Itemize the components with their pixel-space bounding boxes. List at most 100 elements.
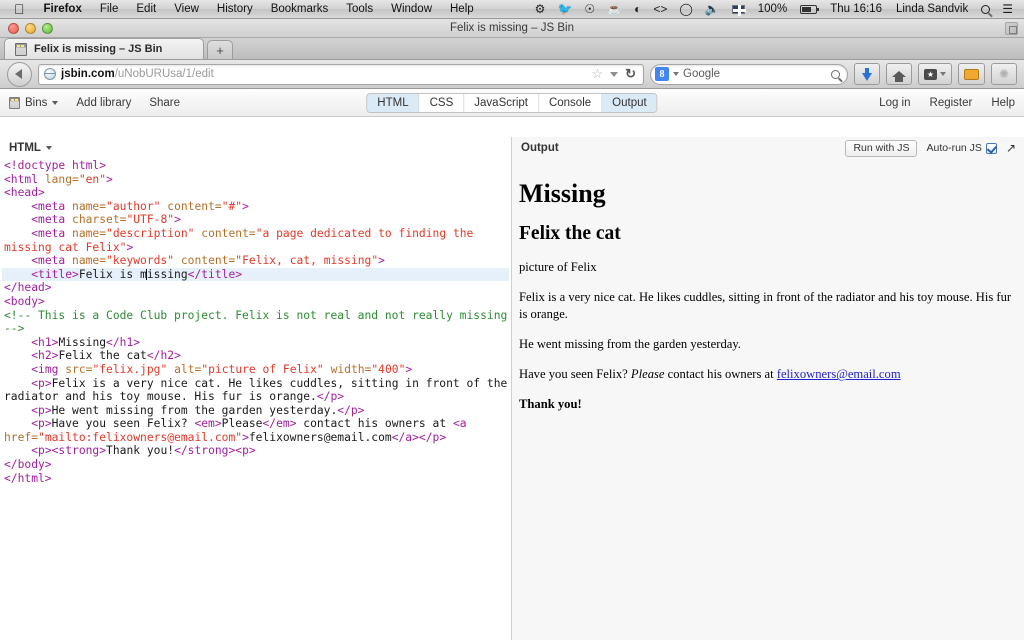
code-line[interactable]: <title>Felix is missing</title>	[2, 267, 509, 282]
code-line[interactable]: <p><strong>Thank you!</strong><p>	[2, 444, 509, 458]
search-icon[interactable]	[975, 4, 996, 14]
star-icon[interactable]: ☆	[591, 66, 603, 82]
back-button[interactable]	[7, 61, 32, 87]
code-token-txt: Thank you!	[106, 444, 175, 458]
code-line[interactable]: </body>	[2, 458, 509, 472]
wifi-icon[interactable]: ◐	[628, 0, 647, 19]
search-icon[interactable]	[831, 69, 840, 79]
bins-menu[interactable]: Bins	[9, 96, 59, 109]
code-line[interactable]: <body>	[2, 295, 509, 309]
tab-css[interactable]: CSS	[419, 93, 465, 112]
email-link[interactable]: felixowners@email.com	[777, 367, 901, 381]
code-token-val: "en"	[78, 172, 107, 186]
home-button[interactable]	[886, 63, 912, 85]
code-line[interactable]: <head>	[2, 186, 509, 200]
apple-logo-icon[interactable]: 	[6, 1, 35, 18]
code-line[interactable]: <meta name="keywords" content="Felix, ca…	[2, 254, 509, 268]
code-token-tag: >	[242, 199, 249, 213]
register-link[interactable]: Register	[930, 97, 973, 109]
bell-icon[interactable]: ☉	[578, 0, 601, 19]
battery-icon[interactable]	[794, 4, 823, 14]
code-token-attr: content=	[167, 199, 222, 213]
code-line[interactable]: <meta charset="UTF-8">	[2, 213, 509, 227]
code-token-tag: <strong>	[51, 444, 107, 458]
dropbox-icon[interactable]: ⚙	[529, 0, 552, 19]
chat-icon[interactable]: ◯	[673, 0, 698, 19]
output-paragraph-4: Thank you!	[519, 396, 1012, 413]
chevron-down-icon[interactable]	[610, 71, 619, 77]
code-token-val: "Felix, cat, missing"	[235, 254, 379, 268]
chevron-down-icon	[52, 100, 59, 105]
url-bar[interactable]: jsbin.com/uNobURUsa/1/edit ☆ ↻	[38, 63, 644, 85]
sync-button[interactable]: ✺	[991, 63, 1017, 85]
code-token-attr: src=	[65, 362, 93, 376]
uk-flag-icon[interactable]	[726, 4, 751, 16]
code-token-tag: <!doctype html>	[4, 159, 107, 172]
code-token-attr: name=	[72, 254, 107, 268]
code-line[interactable]: <p>He went missing from the garden yeste…	[2, 404, 509, 418]
menu-item-history[interactable]: History	[208, 0, 262, 19]
clock-label[interactable]: Thu 16:16	[823, 0, 889, 19]
code-token-tag: <head>	[4, 186, 45, 200]
code-line[interactable]: <p>Have you seen Felix? <em>Please</em> …	[2, 417, 509, 444]
coffee-icon[interactable]: ☕	[601, 0, 628, 19]
code-token-tag: </p>	[418, 430, 447, 444]
new-tab-button[interactable]: +	[207, 40, 233, 59]
menu-item-view[interactable]: View	[165, 0, 208, 19]
downloads-button[interactable]	[854, 63, 880, 85]
menu-item-window[interactable]: Window	[382, 0, 441, 19]
code-line[interactable]: <meta name="description" content="a page…	[2, 227, 509, 254]
code-token-tag: </em>	[262, 417, 297, 431]
user-name-label[interactable]: Linda Sandvik	[889, 0, 975, 19]
menu-item-firefox[interactable]: Firefox	[35, 0, 91, 19]
code-line[interactable]: <p>Felix is a very nice cat. He likes cu…	[2, 377, 509, 404]
code-line[interactable]: </head>	[2, 281, 509, 295]
code-line[interactable]: </html>	[2, 472, 509, 486]
code-token-attr: content=	[180, 254, 236, 268]
code-editor[interactable]: <!doctype html> <html lang="en"> <head> <m…	[0, 159, 511, 485]
login-link[interactable]: Log in	[879, 97, 910, 109]
menu-item-tools[interactable]: Tools	[337, 0, 382, 19]
maximize-icon[interactable]	[1005, 22, 1018, 35]
auto-run-js-label: Auto-run JS	[926, 142, 982, 154]
add-library-button[interactable]: Add library	[76, 97, 131, 109]
code-line[interactable]: <html lang="en">	[2, 173, 509, 187]
code-line[interactable]: <!doctype html>	[2, 159, 509, 173]
code-line[interactable]: <h2>Felix the cat</h2>	[2, 349, 509, 363]
tab-console[interactable]: Console	[538, 93, 603, 112]
chevron-down-icon[interactable]	[673, 72, 679, 76]
code-token-txt: issing	[146, 267, 188, 281]
auto-run-js-toggle[interactable]: Auto-run JS	[926, 142, 997, 154]
twitter-icon[interactable]: 🐦	[551, 0, 578, 19]
tab-output[interactable]: Output	[602, 93, 657, 112]
browser-tab[interactable]: Felix is missing – JS Bin	[4, 38, 204, 59]
search-bar[interactable]: 8 Google	[650, 63, 848, 85]
help-link[interactable]: Help	[991, 97, 1015, 109]
menu-item-help[interactable]: Help	[441, 0, 483, 19]
code-line[interactable]: <h1>Missing</h1>	[2, 336, 509, 350]
menu-item-bookmarks[interactable]: Bookmarks	[262, 0, 338, 19]
chevron-down-icon[interactable]	[45, 146, 52, 150]
tab-html[interactable]: HTML	[367, 93, 420, 112]
volume-icon[interactable]: 🔈	[699, 0, 726, 19]
code-line[interactable]: <img src="felix.jpg" alt="picture of Fel…	[2, 363, 509, 377]
menu-item-file[interactable]: File	[91, 0, 128, 19]
output-paragraph-2: He went missing from the garden yesterda…	[519, 337, 741, 352]
auto-run-js-checkbox[interactable]	[985, 142, 997, 154]
output-heading-2: Felix the cat	[519, 222, 621, 244]
code-icon[interactable]: <>	[647, 0, 673, 19]
list-icon[interactable]: ☰	[996, 0, 1019, 19]
share-button[interactable]: Share	[149, 97, 180, 109]
code-line[interactable]: <meta name="author" content="#">	[2, 200, 509, 214]
editor-panel-header[interactable]: HTML	[0, 137, 511, 159]
reload-icon[interactable]: ↻	[625, 66, 636, 82]
download-icon	[862, 68, 872, 81]
bookmarks-button[interactable]: ★	[918, 63, 952, 85]
reader-button[interactable]	[958, 63, 985, 85]
code-token-tag: </html>	[4, 471, 52, 485]
code-line[interactable]: <!-- This is a Code Club project. Felix …	[2, 309, 509, 336]
tab-javascript[interactable]: JavaScript	[464, 93, 539, 112]
run-with-js-button[interactable]: Run with JS	[845, 139, 918, 157]
open-in-new-icon[interactable]: ↗	[1006, 141, 1016, 155]
menu-item-edit[interactable]: Edit	[127, 0, 165, 19]
